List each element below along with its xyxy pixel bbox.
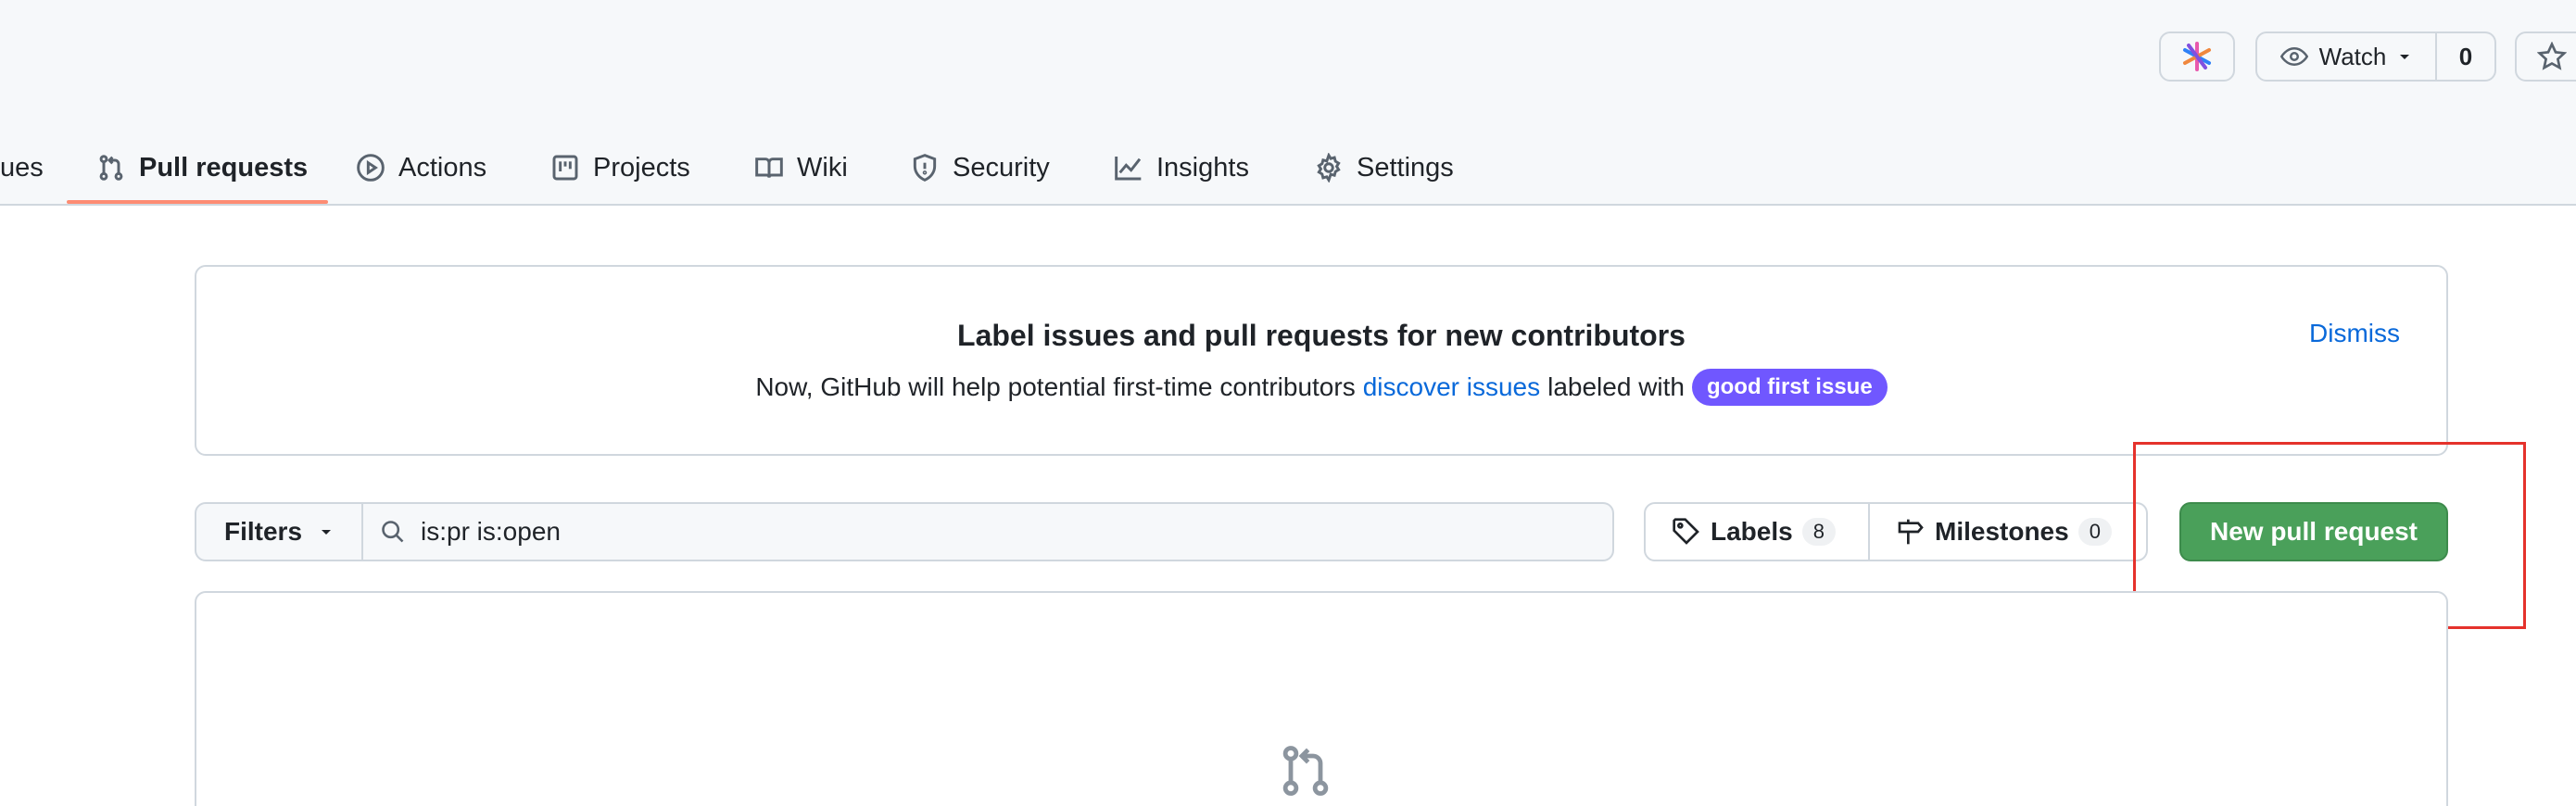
book-icon xyxy=(755,157,783,178)
milestones-count: 0 xyxy=(2077,518,2112,546)
graph-icon xyxy=(1115,157,1142,181)
tab-insights[interactable]: Insights xyxy=(1114,130,1249,206)
labels-button[interactable]: Labels 8 xyxy=(1644,502,1870,561)
watch-group: Watch 0 xyxy=(2255,31,2496,82)
tab-actions[interactable]: Actions xyxy=(356,130,486,206)
watch-label: Watch xyxy=(2318,42,2387,70)
tab-actions-label: Actions xyxy=(398,152,487,183)
watch-button[interactable]: Watch xyxy=(2255,31,2437,82)
banner-text-before: Now, GitHub will help potential first-ti… xyxy=(755,372,1356,401)
tag-icon xyxy=(1673,518,1699,545)
tab-settings-label: Settings xyxy=(1357,152,1454,183)
copilot-icon xyxy=(2183,42,2211,71)
star-icon xyxy=(2537,42,2567,70)
active-tab-underline xyxy=(67,200,328,204)
tab-wiki-label: Wiki xyxy=(797,152,848,183)
banner-text: Now, GitHub will help potential first-ti… xyxy=(196,369,2446,406)
filters-label: Filters xyxy=(223,517,303,546)
dismiss-button[interactable]: Dismiss xyxy=(2309,319,2400,348)
watch-count[interactable]: 0 xyxy=(2437,31,2496,82)
banner-title: Label issues and pull requests for new c… xyxy=(957,319,1686,352)
tab-wiki[interactable]: Wiki xyxy=(754,130,848,206)
tab-issues-label: ues xyxy=(0,152,44,183)
milestones-button[interactable]: Milestones 0 xyxy=(1870,502,2148,561)
shield-icon xyxy=(913,154,937,182)
discover-issues-link[interactable]: discover issues xyxy=(1363,372,1540,402)
tab-settings[interactable]: Settings xyxy=(1314,130,1454,206)
repo-header: Watch 0 ues Pull requests Actions Projec… xyxy=(0,0,2576,206)
pull-request-list xyxy=(195,591,2448,806)
search-field[interactable] xyxy=(363,502,1614,561)
play-circle-icon xyxy=(357,154,385,182)
copilot-button[interactable] xyxy=(2159,31,2235,82)
good-first-issue-label[interactable]: good first issue xyxy=(1691,369,1888,406)
tab-pull-requests-label: Pull requests xyxy=(139,152,309,183)
filters-button[interactable]: Filters xyxy=(195,502,363,561)
search-input[interactable] xyxy=(421,517,1533,547)
tab-projects[interactable]: Projects xyxy=(550,130,690,206)
milestones-label: Milestones xyxy=(1935,517,2069,546)
banner-text-after: labeled with xyxy=(1547,372,1685,401)
caret-down-icon xyxy=(2400,55,2410,59)
project-board-icon xyxy=(552,155,578,181)
milestone-icon xyxy=(1898,519,1924,545)
star-button[interactable] xyxy=(2515,31,2576,82)
labels-count: 8 xyxy=(1801,518,1836,546)
tab-issues[interactable]: ues xyxy=(0,130,44,206)
search-icon xyxy=(382,521,404,543)
git-pull-request-icon xyxy=(1282,746,1329,796)
tab-pull-requests[interactable]: Pull requests xyxy=(96,130,308,206)
tab-security[interactable]: Security xyxy=(910,130,1050,206)
new-contributors-banner: Label issues and pull requests for new c… xyxy=(195,265,2448,456)
tab-projects-label: Projects xyxy=(593,152,690,183)
tab-security-label: Security xyxy=(953,152,1050,183)
caret-down-icon xyxy=(322,530,332,535)
gear-icon xyxy=(1317,153,1341,183)
tab-insights-label: Insights xyxy=(1156,152,1249,183)
labels-label: Labels xyxy=(1711,517,1793,546)
git-pull-request-icon xyxy=(99,155,123,181)
eye-icon xyxy=(2279,46,2308,67)
labels-milestones-group: Labels 8 Milestones 0 xyxy=(1644,502,2148,561)
